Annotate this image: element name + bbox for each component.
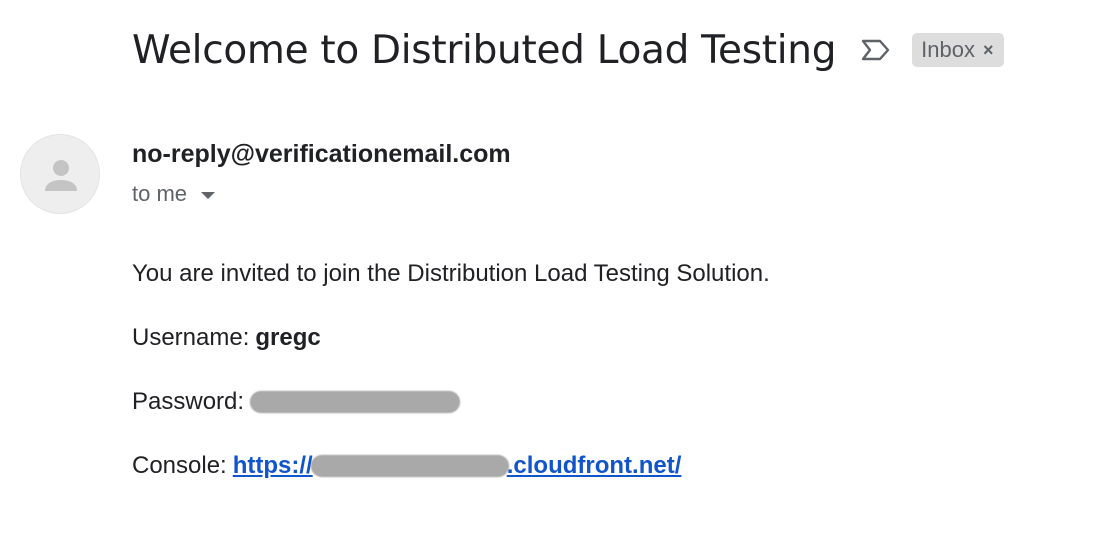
password-line: Password: xyxy=(132,388,461,416)
sender-avatar[interactable] xyxy=(20,134,100,214)
password-redaction xyxy=(250,391,461,413)
console-link-suffix: .cloudfront.net/ xyxy=(506,452,682,479)
inbox-label-text: Inbox xyxy=(921,37,975,62)
password-label: Password: xyxy=(132,388,245,415)
email-subject: Welcome to Distributed Load Testing xyxy=(132,27,837,73)
console-line: Console: https:// .cloudfront.net/ xyxy=(132,452,681,480)
console-link[interactable]: https:// .cloudfront.net/ xyxy=(233,452,682,480)
caret-down-icon[interactable] xyxy=(201,191,216,199)
inbox-label-chip[interactable]: Inbox × xyxy=(912,33,1004,67)
sender-address[interactable]: no-reply@verificationemail.com xyxy=(132,140,511,169)
username-label: Username: xyxy=(132,324,250,351)
username-value: gregc xyxy=(255,324,321,351)
console-link-redaction xyxy=(310,455,509,477)
invitation-text: You are invited to join the Distribution… xyxy=(132,260,770,287)
console-label: Console: xyxy=(132,452,227,479)
email-header: Welcome to Distributed Load Testing Inbo… xyxy=(132,24,1004,76)
remove-label-icon[interactable]: × xyxy=(983,41,994,59)
console-link-prefix: https:// xyxy=(232,452,313,479)
recipient-text: to me xyxy=(132,181,188,206)
label-important-icon[interactable] xyxy=(860,38,892,62)
username-line: Username: gregc xyxy=(132,324,321,352)
person-icon xyxy=(45,160,77,191)
recipient-details-toggle[interactable]: to me xyxy=(132,181,216,207)
